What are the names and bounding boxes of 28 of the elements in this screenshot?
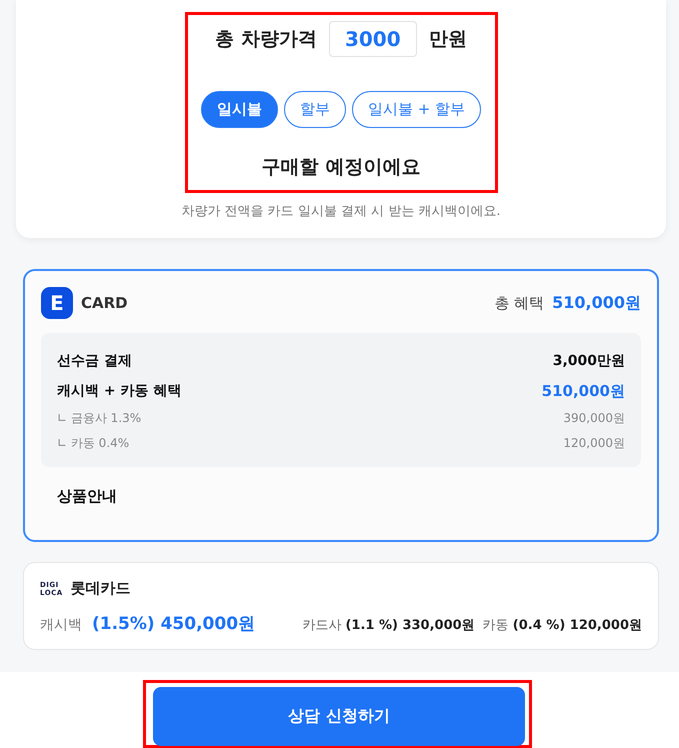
cashback-value: (1.5%) 450,000원	[92, 613, 256, 635]
row-label: 선수금 결제	[57, 352, 132, 370]
row-value: 510,000원	[542, 382, 625, 400]
row-label: ∟ 금융사 1.3%	[57, 410, 142, 427]
price-label: 총 차량가격	[215, 27, 317, 52]
row-label: ∟ 카동 0.4%	[57, 435, 130, 452]
card-name: 롯데카드	[70, 579, 131, 598]
plan-text: 구매할 예정이에요	[262, 155, 420, 180]
row-value: 120,000원	[563, 435, 625, 452]
payment-option[interactable]: 할부	[284, 91, 346, 128]
product-info-link[interactable]: 상품안내	[57, 487, 641, 506]
breakdown-text: 카드사 (1.1 %) 330,000원	[302, 617, 475, 634]
unit-label: 만원	[428, 27, 467, 52]
cashback-label: 캐시백	[40, 616, 82, 634]
total-label: 총 혜택	[494, 294, 544, 312]
payment-option[interactable]: 일시불 + 할부	[352, 91, 482, 128]
row-value: 390,000원	[563, 410, 625, 427]
total-value: 510,000원	[552, 292, 641, 314]
consult-button[interactable]: 상담 신청하기	[153, 687, 525, 746]
caption: 차량가 전액을 카드 일시불 결제 시 받는 캐시백이에요.	[180, 203, 502, 220]
card-panel[interactable]: E CARD 총 혜택 510,000원 선수금 결제 3,000만원 캐시백 + 카동 혜택 510,000원 ∟ 금융사 1.3% 390,000원 ∟ 카동 0.4% 120,000원 상품안내	[23, 269, 659, 542]
payment-option[interactable]: 일시불	[200, 91, 278, 128]
card-logo: E	[41, 287, 73, 319]
card-name: CARD	[81, 294, 128, 312]
row-label: 캐시백 + 카동 혜택	[57, 382, 182, 400]
price-input[interactable]: 3000	[328, 21, 417, 57]
breakdown-text: 카동 (0.4 %) 120,000원	[482, 617, 642, 634]
row-value: 3,000만원	[552, 352, 625, 370]
